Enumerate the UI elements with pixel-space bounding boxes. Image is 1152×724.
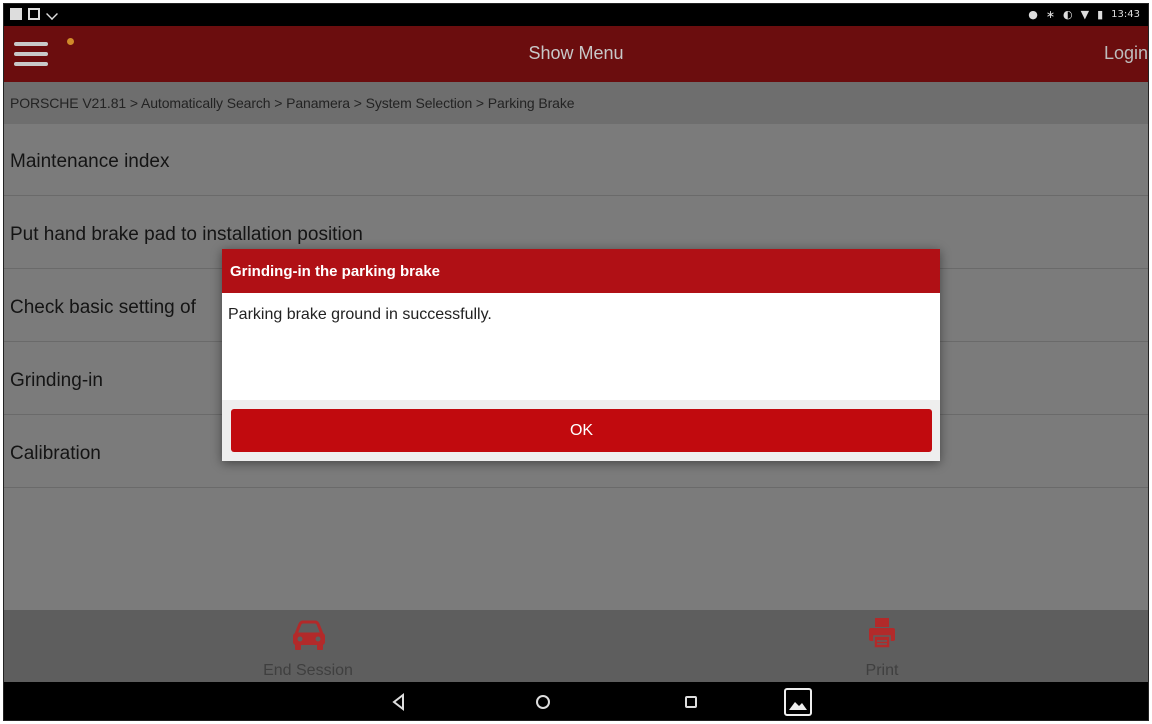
list-item-maintenance-index[interactable]: Maintenance index [4,124,1148,196]
sync-icon: ◐ [1063,8,1073,21]
dialog-message: Parking brake ground in successfully. [222,293,940,400]
breadcrumb: PORSCHE V21.81 > Automatically Search > … [4,82,1148,124]
notification-icon [10,8,22,20]
login-button[interactable]: Login [1104,43,1148,64]
app-bar: Show Menu Login [4,26,1148,82]
back-icon[interactable] [388,691,410,713]
printer-icon [869,618,895,649]
recent-apps-icon[interactable] [680,691,702,713]
status-time: 13:43 [1111,9,1140,20]
wifi-icon: ▼ [1080,8,1090,21]
battery-icon: ▮ [1097,8,1104,21]
home-icon[interactable] [532,691,554,713]
dialog-title: Grinding-in the parking brake [222,249,940,293]
app-window: ● ∗ ◐ ▼ ▮ 13:43 Show Menu Login PORSCHE … [3,3,1149,721]
ok-button[interactable]: OK [231,409,932,452]
show-menu-title[interactable]: Show Menu [4,43,1148,64]
screenshot-icon [28,8,40,20]
print-button[interactable]: Print [782,610,982,682]
car-icon [293,620,325,650]
end-session-button[interactable]: End Session [208,610,408,682]
end-session-label: End Session [263,662,353,679]
status-bar: ● ∗ ◐ ▼ ▮ 13:43 [4,4,1148,26]
result-dialog: Grinding-in the parking brake Parking br… [222,249,940,461]
usb-icon [46,8,58,20]
gallery-icon[interactable] [784,688,812,716]
location-icon: ● [1028,8,1038,21]
bluetooth-icon: ∗ [1045,8,1056,21]
bottom-toolbar: End Session Print [4,610,1148,682]
print-label: Print [865,662,899,679]
system-nav-bar [4,682,1148,720]
